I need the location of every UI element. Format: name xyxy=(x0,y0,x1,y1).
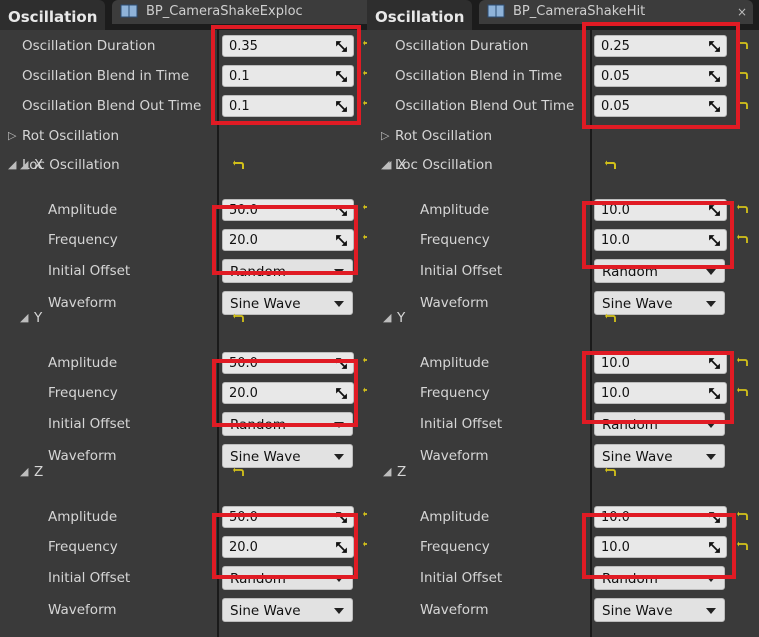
waveform-dropdown[interactable]: Sine Wave xyxy=(222,444,353,468)
collapse-arrow-icon[interactable]: ◢ xyxy=(383,150,391,180)
collapse-arrow-icon[interactable]: ◢ xyxy=(20,457,28,487)
amplitude-label: Amplitude xyxy=(420,509,490,525)
axis-label: Y xyxy=(34,310,43,326)
details-panel-1: OscillationBP_CameraShakeExploc× Oscillat… xyxy=(0,0,367,637)
initial-offset-label: Initial Offset xyxy=(48,416,131,432)
dropdown-caret-icon[interactable] xyxy=(334,454,344,460)
dropdown-caret-icon[interactable] xyxy=(706,301,716,307)
doc-tab[interactable]: BP_CameraShakeExploc× xyxy=(112,0,367,24)
dropdown-caret-icon[interactable] xyxy=(334,608,344,614)
doc-tab[interactable]: BP_CameraShakeHit × xyxy=(479,0,753,24)
initial-offset-label: Initial Offset xyxy=(420,263,503,279)
expand-arrow-icon[interactable]: ▷ xyxy=(381,121,389,151)
book-icon xyxy=(120,4,138,18)
expand-arrow-icon[interactable]: ▷ xyxy=(8,121,16,151)
highlight-box xyxy=(211,25,361,125)
collapse-arrow-icon[interactable]: ◢ xyxy=(383,457,391,487)
reset-to-default-icon[interactable] xyxy=(605,313,617,325)
reset-to-default-icon[interactable] xyxy=(233,313,245,325)
reset-to-default-icon[interactable] xyxy=(737,541,749,553)
frequency-label: Frequency xyxy=(420,385,490,401)
waveform-label: Waveform xyxy=(48,602,117,618)
waveform-label: Waveform xyxy=(48,448,117,464)
dropdown-caret-icon[interactable] xyxy=(706,454,716,460)
highlight-box xyxy=(582,22,740,129)
param-label: Oscillation Duration xyxy=(22,38,156,54)
collapse-arrow-icon[interactable]: ◢ xyxy=(20,150,28,180)
rot-oscillation-label: Rot Oscillation xyxy=(395,128,493,144)
frequency-label: Frequency xyxy=(48,232,118,248)
reset-to-default-icon[interactable] xyxy=(737,234,749,246)
waveform-label: Waveform xyxy=(48,295,117,311)
amplitude-label: Amplitude xyxy=(48,202,118,218)
doc-tab-label: BP_CameraShakeExploc xyxy=(146,4,303,19)
collapse-arrow-icon[interactable]: ◢ xyxy=(20,303,28,333)
reset-to-default-icon[interactable] xyxy=(605,160,617,172)
amplitude-label: Amplitude xyxy=(420,355,490,371)
amplitude-label: Amplitude xyxy=(48,509,118,525)
highlight-box xyxy=(212,205,358,275)
waveform-dropdown-value: Sine Wave xyxy=(230,449,301,465)
amplitude-label: Amplitude xyxy=(420,202,490,218)
param-label: Oscillation Blend in Time xyxy=(22,68,190,84)
frequency-label: Frequency xyxy=(420,232,490,248)
param-label: Oscillation Blend in Time xyxy=(395,68,563,84)
waveform-dropdown[interactable]: Sine Wave xyxy=(222,291,353,315)
section-title: Oscillation xyxy=(0,0,106,30)
frequency-label: Frequency xyxy=(48,385,118,401)
waveform-dropdown-value: Sine Wave xyxy=(230,603,301,619)
close-icon[interactable]: × xyxy=(737,0,747,24)
frequency-label: Frequency xyxy=(48,539,118,555)
param-label: Oscillation Duration xyxy=(395,38,529,54)
param-label: Oscillation Blend Out Time xyxy=(395,98,575,114)
axis-label: Z xyxy=(397,464,407,480)
axis-label: Z xyxy=(34,464,44,480)
section-title: Oscillation xyxy=(367,0,473,30)
frequency-label: Frequency xyxy=(420,539,490,555)
highlight-box xyxy=(212,359,358,427)
waveform-dropdown-value: Sine Wave xyxy=(602,296,673,312)
waveform-label: Waveform xyxy=(420,602,489,618)
reset-to-default-icon[interactable] xyxy=(605,467,617,479)
doc-tab-label: BP_CameraShakeHit xyxy=(513,4,646,19)
axis-label: X xyxy=(34,157,44,173)
waveform-dropdown-value: Sine Wave xyxy=(230,296,301,312)
initial-offset-label: Initial Offset xyxy=(48,263,131,279)
rot-oscillation-label: Rot Oscillation xyxy=(22,128,120,144)
waveform-dropdown[interactable]: Sine Wave xyxy=(222,598,353,622)
waveform-dropdown[interactable]: Sine Wave xyxy=(594,291,725,315)
reset-to-default-icon[interactable] xyxy=(233,467,245,479)
axis-label: X xyxy=(397,157,407,173)
details-panel-2: Oscillation BP_CameraShakeHit × Oscillation… xyxy=(367,0,759,637)
reset-to-default-icon[interactable] xyxy=(737,511,749,523)
dropdown-caret-icon[interactable] xyxy=(706,608,716,614)
param-label: Oscillation Blend Out Time xyxy=(22,98,202,114)
reset-to-default-icon[interactable] xyxy=(233,160,245,172)
highlight-box xyxy=(582,513,736,579)
waveform-label: Waveform xyxy=(420,448,489,464)
waveform-dropdown-value: Sine Wave xyxy=(602,603,673,619)
waveform-dropdown[interactable]: Sine Wave xyxy=(594,444,725,468)
reset-to-default-icon[interactable] xyxy=(737,357,749,369)
reset-to-default-icon[interactable] xyxy=(737,204,749,216)
reset-to-default-icon[interactable] xyxy=(737,387,749,399)
dropdown-caret-icon[interactable] xyxy=(706,269,716,275)
book-icon xyxy=(487,4,505,18)
waveform-label: Waveform xyxy=(420,295,489,311)
highlight-box xyxy=(212,513,358,579)
collapse-arrow-icon[interactable]: ◢ xyxy=(383,303,391,333)
axis-label: Y xyxy=(397,310,406,326)
loc-oscillation-label: Loc Oscillation xyxy=(395,157,493,173)
collapse-arrow-icon[interactable]: ◢ xyxy=(8,150,16,180)
initial-offset-label: Initial Offset xyxy=(48,570,131,586)
initial-offset-label: Initial Offset xyxy=(420,570,503,586)
amplitude-label: Amplitude xyxy=(48,355,118,371)
dropdown-caret-icon[interactable] xyxy=(334,301,344,307)
highlight-box xyxy=(582,201,734,269)
initial-offset-label: Initial Offset xyxy=(420,416,503,432)
highlight-box xyxy=(582,351,734,424)
waveform-dropdown-value: Sine Wave xyxy=(602,449,673,465)
waveform-dropdown[interactable]: Sine Wave xyxy=(594,598,725,622)
